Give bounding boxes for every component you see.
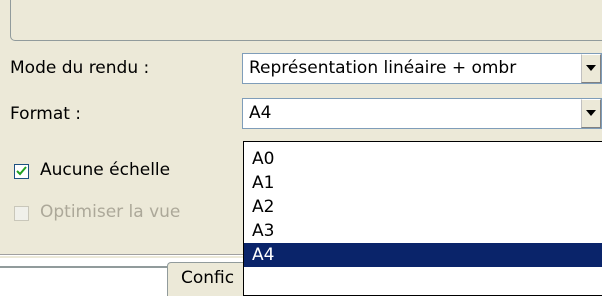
chevron-down-icon bbox=[586, 65, 596, 71]
tab-strip-line bbox=[0, 266, 168, 268]
render-mode-value: Représentation linéaire + ombr bbox=[249, 58, 517, 78]
render-mode-label: Mode du rendu : bbox=[10, 58, 150, 78]
no-scale-label[interactable]: Aucune échelle bbox=[40, 160, 170, 180]
tab-config-label: Confic bbox=[181, 268, 235, 288]
format-option-a2[interactable]: A2 bbox=[244, 195, 602, 219]
format-dropdown-button[interactable] bbox=[581, 99, 601, 128]
format-label: Format : bbox=[10, 104, 82, 124]
format-value: A4 bbox=[249, 103, 272, 123]
checkmark-icon bbox=[16, 166, 27, 176]
no-scale-checkbox[interactable] bbox=[14, 164, 29, 179]
optimize-view-checkbox[interactable] bbox=[14, 206, 29, 221]
render-mode-dropdown-button[interactable] bbox=[581, 54, 601, 83]
optimize-view-label[interactable]: Optimiser la vue bbox=[40, 202, 180, 222]
upper-groupbox bbox=[10, 0, 602, 41]
format-option-a0[interactable]: A0 bbox=[244, 147, 602, 171]
render-mode-combobox[interactable]: Représentation linéaire + ombr bbox=[242, 53, 602, 84]
format-combobox[interactable]: A4 bbox=[242, 98, 602, 129]
format-option-a3[interactable]: A3 bbox=[244, 219, 602, 243]
chevron-down-icon bbox=[586, 110, 596, 116]
format-option-a1[interactable]: A1 bbox=[244, 171, 602, 195]
format-dropdown-list[interactable]: A0 A1 A2 A3 A4 bbox=[243, 141, 602, 296]
format-option-a4[interactable]: A4 bbox=[244, 243, 602, 267]
